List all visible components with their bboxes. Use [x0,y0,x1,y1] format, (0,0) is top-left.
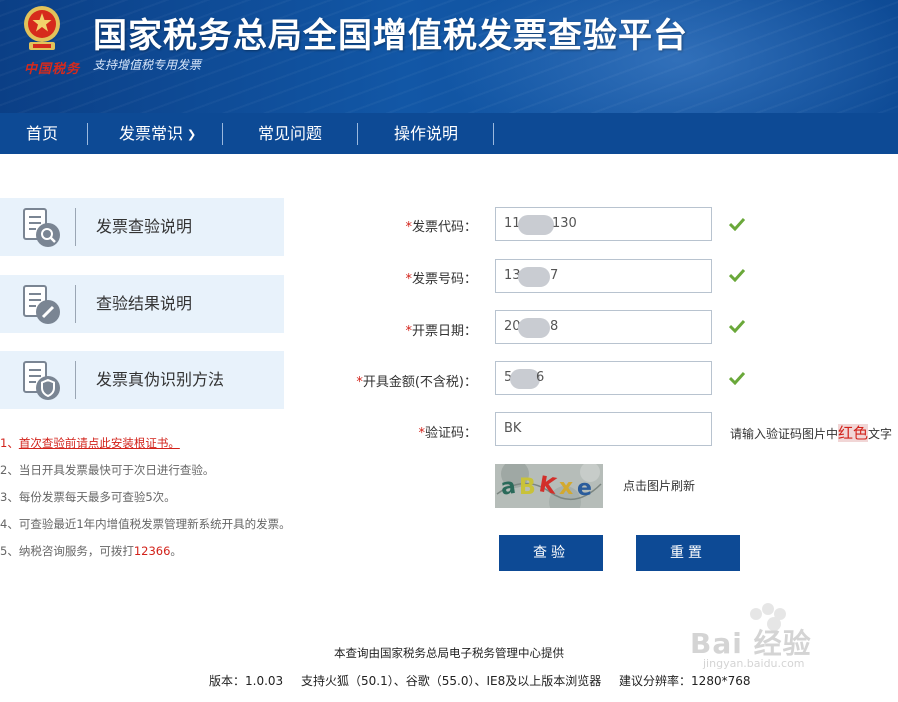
panel-authenticity-methods[interactable]: 发票真伪识别方法 [0,351,284,409]
hint-text: 请输入验证码图片中 [730,427,839,441]
field-label: 开票日期： [411,324,477,339]
check-icon [729,319,745,333]
footer-info: 版本：1.0.03 支持火狐（50.1）、谷歌（55.0）、IE8及以上版本浏览… [209,672,751,689]
panel-divider [75,361,76,399]
nav-item-faq[interactable]: 常见问题 [258,113,322,154]
note-item: 3、每份发票每天最多可查验5次。 [0,490,176,504]
search-doc-icon [23,208,60,247]
nav-item-label: 发票常识 [119,124,184,143]
page-title: 国家税务总局全国增值税发票查验平台 [93,16,688,56]
note-item: 1、首次查验前请点此安装根证书。 [0,436,300,463]
invoice-date-input[interactable]: 20 8 [495,310,712,344]
input-value: 6 [536,370,545,385]
note-text: 。 [170,544,182,558]
nav-divider [357,123,358,145]
hotline-number: 12366 [133,544,171,558]
panel-label: 查验结果说明 [96,294,193,313]
field-label: 开具金额(不含税)： [362,375,477,390]
footer-version-label: 版本： [209,674,246,688]
captcha-input[interactable]: BK [495,412,712,446]
svg-text:x: x [559,475,573,500]
nav-item-home[interactable]: 首页 [26,113,58,154]
captcha-label: *验证码： [352,422,477,441]
nav-item-invoice-knowledge[interactable]: 发票常识 ❯ [119,113,196,154]
chevron-down-icon: ❯ [187,128,197,141]
nav-divider [87,123,88,145]
install-cert-link[interactable]: 首次查验前请点此安装根证书。 [19,436,180,450]
watermark-text: Bai 经验 [690,627,812,660]
footer-version: 1.0.03 [245,674,284,688]
captcha-hint: 请输入验证码图片中红色文字 [730,422,892,443]
invoice-code-input[interactable]: 11 130 [495,207,712,241]
shield-doc-icon [23,361,60,400]
check-icon [729,217,745,231]
field-label: 验证码： [424,426,477,441]
submit-button[interactable]: 查验 [499,535,603,571]
input-value: 130 [552,216,577,231]
panel-divider [75,208,76,246]
amount-input[interactable]: 56 [495,361,712,395]
captcha-image[interactable]: a B K x e [495,464,603,508]
nav-divider [493,123,494,145]
nav-item-instructions[interactable]: 操作说明 [394,113,458,154]
redaction-mask [518,267,550,287]
note-item: 5、纳税咨询服务，可拨打12366。 [0,544,300,571]
invoice-number-input[interactable]: 13 7 [495,259,712,293]
notes-list: 1、首次查验前请点此安装根证书。 2、当日开具发票最快可于次日进行查验。 3、每… [0,436,300,571]
reset-button[interactable]: 重置 [636,535,740,571]
redaction-mask [518,318,550,338]
field-label: 发票号码： [411,272,477,287]
note-prefix: 1、 [0,436,19,450]
invoice-date-label: *开票日期： [352,320,477,339]
nav-divider [222,123,223,145]
panel-label: 发票真伪识别方法 [96,370,225,389]
note-text: 5、纳税咨询服务，可拨打 [0,544,134,558]
hint-text: 文字 [868,427,893,441]
input-value: 8 [550,319,559,334]
field-label: 发票代码： [411,220,477,235]
footer-browsers: 支持火狐（50.1）、谷歌（55.0）、IE8及以上版本浏览器 [301,674,602,688]
header-banner: 中国税务 国家税务总局全国增值税发票查验平台 支持增值税专用发票 [0,0,898,113]
captcha-refresh-hint[interactable]: 点击图片刷新 [623,477,695,494]
page-subtitle: 支持增值税专用发票 [93,58,202,72]
svg-text:e: e [577,476,592,501]
panel-divider [75,285,76,323]
watermark-url: jingyan.baidu.com [703,657,805,670]
check-icon [729,268,745,282]
main-nav: 首页 发票常识 ❯ 常见问题 操作说明 [0,113,898,154]
note-item: 4、可查验最近1年内增值税发票管理新系统开具的发票。 [0,517,291,531]
panel-label: 发票查验说明 [96,217,193,236]
invoice-code-label: *发票代码： [352,216,477,235]
panel-result-instructions[interactable]: 查验结果说明 [0,275,284,333]
input-value: 7 [550,268,559,283]
note-item: 2、当日开具发票最快可于次日进行查验。 [0,463,215,477]
panel-verify-instructions[interactable]: 发票查验说明 [0,198,284,256]
invoice-number-label: *发票号码： [352,268,477,287]
amount-label: *开具金额(不含税)： [322,371,477,390]
check-icon [729,371,745,385]
edit-doc-icon [23,285,60,324]
input-value: BK [504,421,522,436]
hint-red-word: 红色 [838,424,869,442]
redaction-mask [518,215,554,235]
svg-text:B: B [519,475,536,500]
logo-text: 中国税务 [24,62,81,77]
tax-emblem-icon [24,6,60,50]
